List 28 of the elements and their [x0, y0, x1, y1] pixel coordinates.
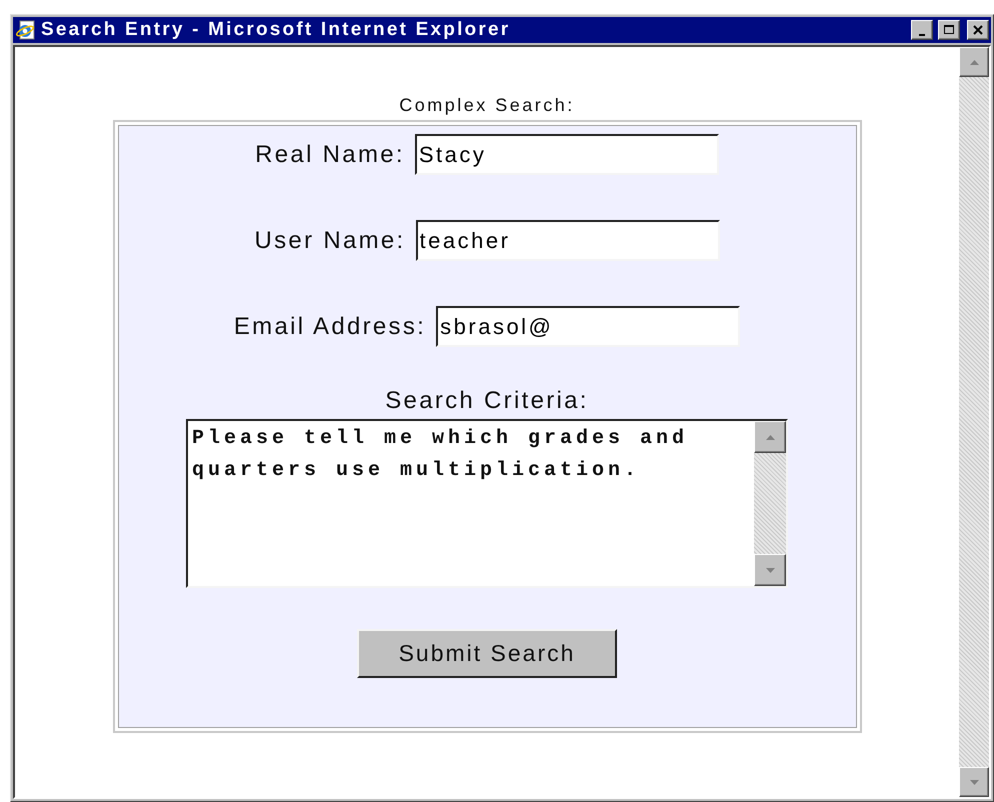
- scroll-down-button[interactable]: [754, 554, 786, 586]
- scroll-up-button[interactable]: [754, 421, 786, 453]
- submit-button[interactable]: Submit Search: [357, 629, 617, 678]
- up-arrow-icon: [766, 434, 774, 440]
- scrollbar[interactable]: [959, 47, 989, 797]
- down-arrow-icon: [970, 780, 978, 784]
- text-field[interactable]: sbrasol@: [436, 306, 740, 347]
- text-field[interactable]: teacher: [416, 220, 720, 261]
- field-label: User Name:: [254, 226, 406, 254]
- maximize-button[interactable]: [938, 20, 960, 40]
- scroll-down-button[interactable]: [959, 767, 989, 797]
- scrollbar[interactable]: [754, 421, 786, 586]
- field-label: Search Criteria:: [385, 387, 589, 415]
- maximize-icon: [943, 24, 955, 36]
- field-label: Email Address:: [234, 312, 426, 340]
- close-icon: [972, 24, 984, 36]
- scroll-up-button[interactable]: [959, 47, 989, 77]
- form-heading: Complex Search:: [399, 95, 575, 116]
- globe-icon: [16, 20, 36, 40]
- minimize-icon: [919, 34, 925, 36]
- close-button[interactable]: [967, 20, 989, 40]
- window-title: Search Entry - Microsoft Internet Explorer: [41, 19, 512, 41]
- up-arrow-icon: [970, 60, 978, 64]
- field-label: Real Name:: [255, 140, 405, 168]
- criteria-field[interactable]: Please tell me which grades and quarters use multiplication.: [186, 419, 788, 588]
- text-field[interactable]: Stacy: [414, 134, 719, 175]
- minimize-button[interactable]: [911, 20, 933, 40]
- down-arrow-icon: [766, 568, 774, 572]
